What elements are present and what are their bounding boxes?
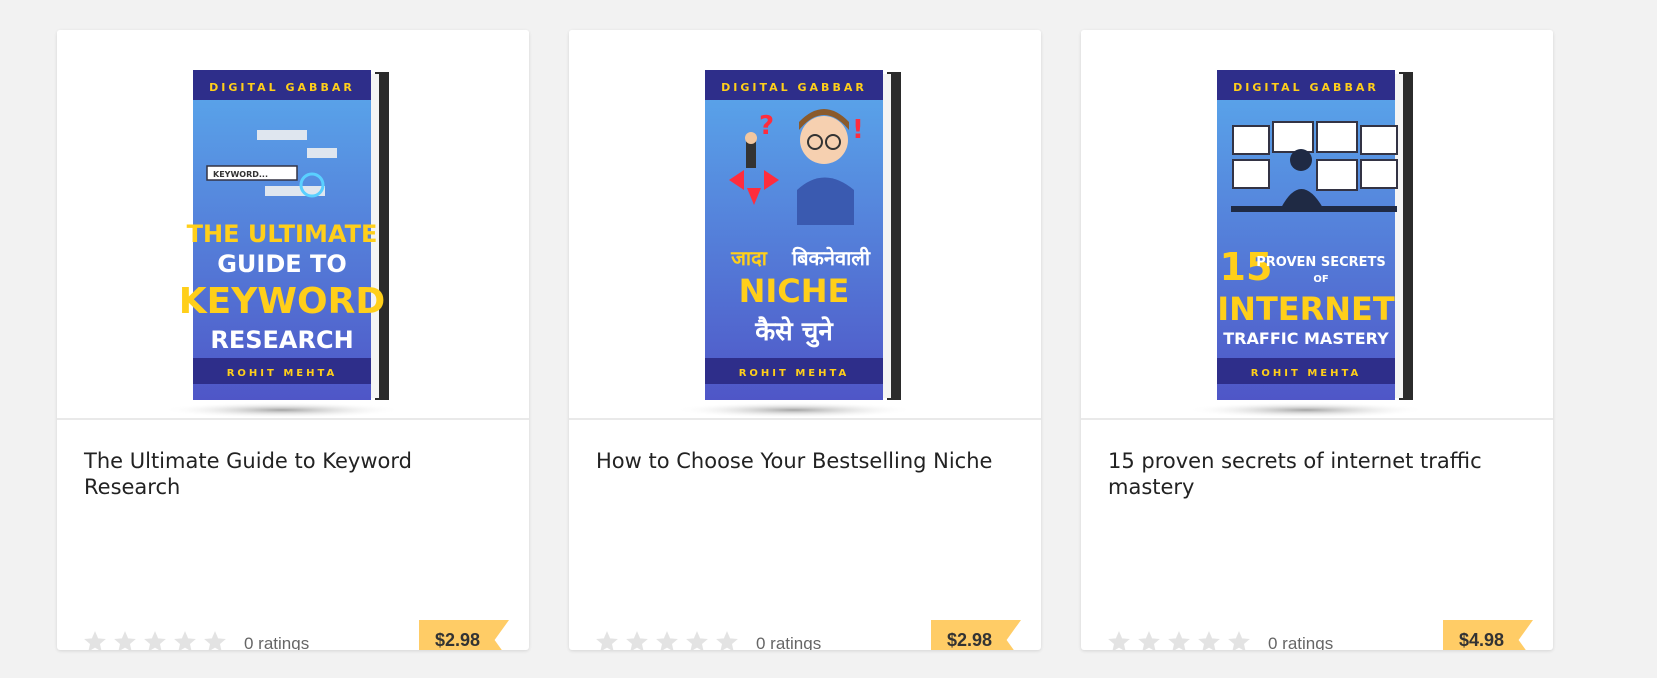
product-card[interactable]: DIGITAL GABBAR ? ! जादा बिकनेवाली NICHE … xyxy=(569,30,1041,650)
cover-title-line: THE ULTIMATE xyxy=(187,220,378,248)
price-tag[interactable]: $4.98 xyxy=(1443,620,1533,650)
cover-title-line: जादा xyxy=(730,246,768,270)
star-icon[interactable] xyxy=(684,629,710,650)
star-icon[interactable] xyxy=(1196,629,1222,650)
cover-title-line: कैसे चुने xyxy=(754,316,834,348)
star-icon[interactable] xyxy=(202,629,228,650)
rating-stars[interactable] xyxy=(82,629,228,650)
cover-brand-text: DIGITAL GABBAR xyxy=(721,81,867,94)
book-cover-image[interactable]: DIGITAL GABBAR ? ! जादा बिकनेवाली NICHE … xyxy=(569,30,1041,420)
cover-title-line: INTERNET xyxy=(1217,290,1395,328)
star-icon[interactable] xyxy=(654,629,680,650)
book-cover-image[interactable]: DIGITAL GABBAR KEYWORD... THE ULTIMATE G… xyxy=(57,30,529,420)
star-icon[interactable] xyxy=(624,629,650,650)
cover-author-text: ROHIT MEHTA xyxy=(227,368,338,379)
star-icon[interactable] xyxy=(82,629,108,650)
cover-title-line: NICHE xyxy=(739,272,850,310)
cover-brand-text: DIGITAL GABBAR xyxy=(209,81,355,94)
price-tag[interactable]: $2.98 xyxy=(931,620,1021,650)
cover-title-line: बिकनेवाली xyxy=(791,246,871,270)
rating-stars[interactable] xyxy=(1106,629,1252,650)
product-grid: DIGITAL GABBAR KEYWORD... THE ULTIMATE G… xyxy=(57,30,1553,650)
star-icon[interactable] xyxy=(112,629,138,650)
star-icon[interactable] xyxy=(172,629,198,650)
product-footer: 0 ratings $2.98 xyxy=(594,618,1021,650)
svg-text:!: ! xyxy=(852,115,864,145)
cover-author-text: ROHIT MEHTA xyxy=(1251,368,1362,379)
ratings-count: 0 ratings xyxy=(244,634,310,650)
cover-title-line: RESEARCH xyxy=(210,326,353,354)
cover-title-line: PROVEN SECRETS xyxy=(1256,255,1386,270)
cover-brand-text: DIGITAL GABBAR xyxy=(1233,81,1379,94)
cover-title-line: KEYWORD xyxy=(179,281,385,322)
ratings-count: 0 ratings xyxy=(756,634,822,650)
cover-title-line: OF xyxy=(1313,274,1328,285)
star-icon[interactable] xyxy=(1226,629,1252,650)
cover-title-line: GUIDE TO xyxy=(217,250,347,278)
star-icon[interactable] xyxy=(1136,629,1162,650)
svg-text:?: ? xyxy=(759,111,774,141)
cover-title-line: TRAFFIC MASTERY xyxy=(1223,329,1389,348)
product-title[interactable]: How to Choose Your Bestselling Niche xyxy=(596,448,1006,474)
ratings-count: 0 ratings xyxy=(1268,634,1334,650)
product-card[interactable]: DIGITAL GABBAR 15 PROVEN SECRETS OF INTE… xyxy=(1081,30,1553,650)
product-footer: 0 ratings $2.98 xyxy=(82,618,509,650)
product-title[interactable]: 15 proven secrets of internet traffic ma… xyxy=(1108,448,1518,500)
product-card[interactable]: DIGITAL GABBAR KEYWORD... THE ULTIMATE G… xyxy=(57,30,529,650)
star-icon[interactable] xyxy=(142,629,168,650)
price-tag[interactable]: $2.98 xyxy=(419,620,509,650)
book-cover-image[interactable]: DIGITAL GABBAR 15 PROVEN SECRETS OF INTE… xyxy=(1081,30,1553,420)
cover-author-text: ROHIT MEHTA xyxy=(739,368,850,379)
star-icon[interactable] xyxy=(594,629,620,650)
star-icon[interactable] xyxy=(1166,629,1192,650)
cover-search-text: KEYWORD... xyxy=(213,170,268,179)
star-icon[interactable] xyxy=(714,629,740,650)
star-icon[interactable] xyxy=(1106,629,1132,650)
rating-stars[interactable] xyxy=(594,629,740,650)
product-title[interactable]: The Ultimate Guide to Keyword Research xyxy=(84,448,494,500)
product-footer: 0 ratings $4.98 xyxy=(1106,618,1533,650)
